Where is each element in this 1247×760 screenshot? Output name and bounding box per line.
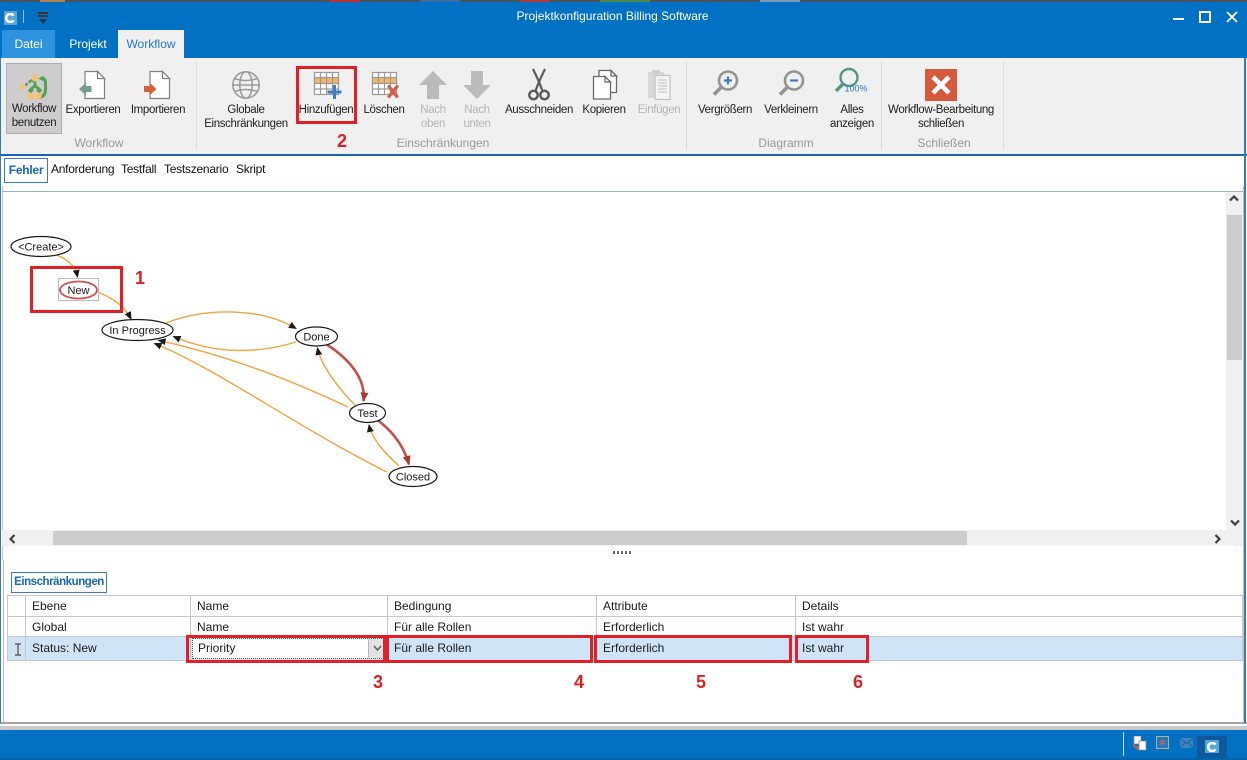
svg-text:In Progress: In Progress xyxy=(109,325,166,337)
svg-text:<Create>: <Create> xyxy=(18,242,64,254)
svg-text:Done: Done xyxy=(303,332,329,344)
svg-text:Test: Test xyxy=(357,408,377,420)
svg-text:100%: 100% xyxy=(844,84,867,94)
svg-text:Closed: Closed xyxy=(396,472,430,484)
